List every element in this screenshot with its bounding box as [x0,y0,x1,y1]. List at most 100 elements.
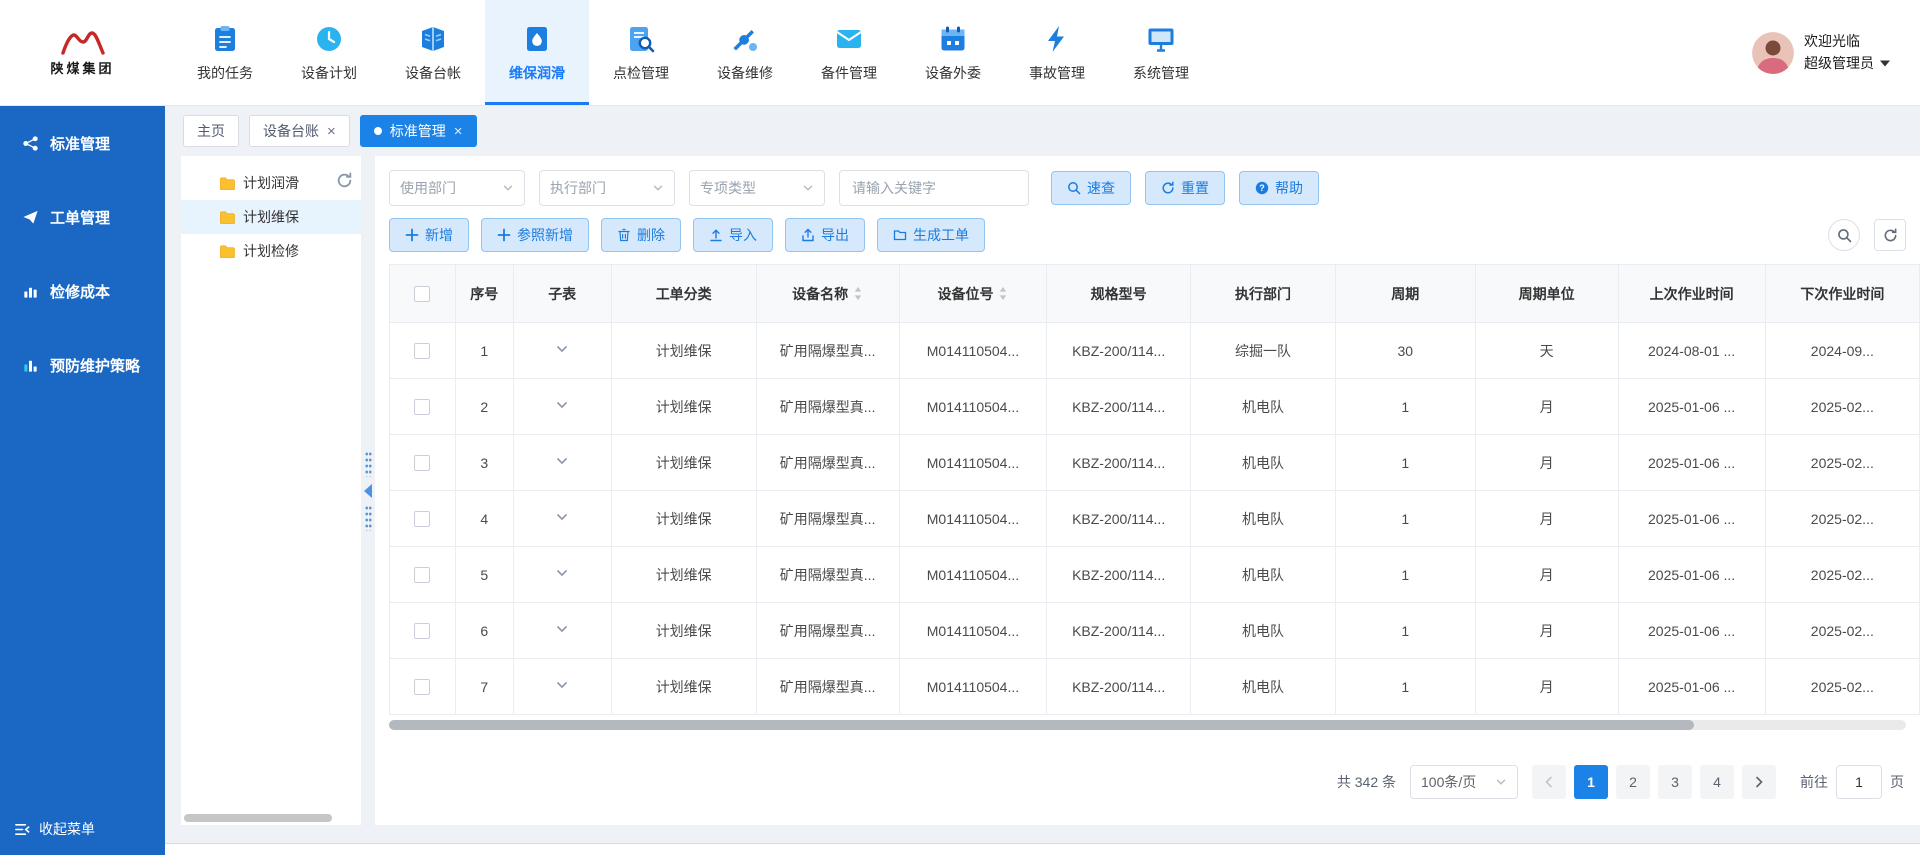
top-nav-item-9[interactable]: 事故管理 [1005,0,1109,105]
column-header-2[interactable]: 子表 [513,265,611,323]
tab-3[interactable]: 标准管理 × [360,115,477,147]
cell: 计划维保 [611,491,756,547]
tab-close-icon[interactable]: × [327,124,336,139]
nav-ledger-icon [418,24,448,54]
toolbar-button-4[interactable]: 导入 [693,218,773,252]
data-table: 序号 子表 工单分类设备名称设备位号规格型号执行部门周期周期单位 上次作业时间 下次作业… [389,264,1920,715]
top-nav-item-3[interactable]: 设备台帐 [381,0,485,105]
toolbar-button-6[interactable]: 生成工单 [877,218,985,252]
cell: 2025-02... [1765,491,1919,547]
column-label: 子表 [548,286,576,302]
table-refresh-button[interactable] [1874,219,1906,251]
goto-page-input[interactable] [1836,765,1882,799]
sidebar-item-3[interactable]: 检修成本 [0,254,165,328]
tree-horizontal-scrollbar[interactable] [184,814,332,822]
filter-select-3[interactable]: 专项类型 [689,170,825,206]
filter-button-2[interactable]: 重置 [1145,171,1225,205]
button-label: 新增 [425,225,453,245]
column-header-7[interactable]: 执行部门 [1191,265,1336,323]
tree-item-2[interactable]: 计划维保 [181,200,361,234]
user-menu[interactable]: 欢迎光临 超级管理员 [1752,0,1920,105]
column-header-11[interactable]: 下次作业时间 [1765,265,1919,323]
table-row-2[interactable]: 2计划维保矿用隔爆型真...M014110504...KBZ-200/114..… [390,379,1920,435]
page-button-3[interactable]: 3 [1658,765,1692,799]
select-all-checkbox[interactable] [414,286,430,302]
next-page-button[interactable] [1742,765,1776,799]
top-nav-item-8[interactable]: 设备外委 [901,0,1005,105]
top-nav-item-2[interactable]: 设备计划 [277,0,381,105]
panel-splitter[interactable] [361,156,375,825]
column-header-9[interactable]: 周期单位 [1475,265,1618,323]
scrollbar-thumb[interactable] [389,720,1694,730]
page-buttons: 1234 [1532,765,1776,799]
top-nav-item-5[interactable]: 点检管理 [589,0,693,105]
sidebar-item-1[interactable]: 标准管理 [0,106,165,180]
folder-icon [219,245,235,258]
keyword-input[interactable] [839,170,1029,206]
chevron-down-icon [555,454,569,468]
tab-label: 标准管理 [390,121,446,141]
row-checkbox[interactable] [414,399,430,415]
tree-refresh-icon[interactable] [336,172,353,189]
filter-select-1[interactable]: 使用部门 [389,170,525,206]
top-nav-item-7[interactable]: 备件管理 [797,0,901,105]
tab-close-icon[interactable]: × [454,124,463,139]
toolbar-button-1[interactable]: 新增 [389,218,469,252]
sidebar-item-2[interactable]: 工单管理 [0,180,165,254]
filter-button-3[interactable]: ?帮助 [1239,171,1319,205]
collapse-menu-button[interactable]: 收起菜单 [0,819,165,855]
row-checkbox[interactable] [414,343,430,359]
page-button-1[interactable]: 1 [1574,765,1608,799]
nav-inspect-icon [626,24,656,54]
cell: 2024-08-01 ... [1618,323,1765,379]
table-search-button[interactable] [1828,219,1860,251]
nav-spare-icon [834,24,864,54]
prev-page-button[interactable] [1532,765,1566,799]
tab-label: 设备台账 [263,121,319,141]
page-button-2[interactable]: 2 [1616,765,1650,799]
top-nav-item-1[interactable]: 我的任务 [173,0,277,105]
table-row-5[interactable]: 5计划维保矿用隔爆型真...M014110504...KBZ-200/114..… [390,547,1920,603]
toolbar-button-2[interactable]: 参照新增 [481,218,589,252]
column-header-5[interactable]: 设备位号 [899,265,1047,323]
row-checkbox[interactable] [414,567,430,583]
cell-subtable [513,491,611,547]
table-horizontal-scrollbar[interactable] [389,720,1906,730]
page-button-4[interactable]: 4 [1700,765,1734,799]
toolbar-button-3[interactable]: 删除 [601,218,681,252]
top-nav-item-6[interactable]: 设备维修 [693,0,797,105]
table-row-4[interactable]: 4计划维保矿用隔爆型真...M014110504...KBZ-200/114..… [390,491,1920,547]
cell: KBZ-200/114... [1047,491,1191,547]
bottom-status-strip [165,843,1920,855]
row-checkbox[interactable] [414,455,430,471]
filter-button-1[interactable]: 速查 [1051,171,1131,205]
tab-2[interactable]: 设备台账 × [249,115,350,147]
row-checkbox[interactable] [414,679,430,695]
column-header-8[interactable]: 周期 [1335,265,1475,323]
tree-item-3[interactable]: 计划检修 [181,234,361,268]
table-row-3[interactable]: 3计划维保矿用隔爆型真...M014110504...KBZ-200/114..… [390,435,1920,491]
sidebar-item-4[interactable]: 预防维护策略 [0,328,165,402]
chevron-down-icon [1495,776,1507,788]
toolbar-button-5[interactable]: 导出 [785,218,865,252]
top-nav-item-4[interactable]: 维保润滑 [485,0,589,105]
page-size-select[interactable]: 100条/页 [1410,765,1518,799]
table-row-7[interactable]: 7计划维保矿用隔爆型真...M014110504...KBZ-200/114..… [390,659,1920,715]
column-header-1[interactable]: 序号 [455,265,513,323]
cell: KBZ-200/114... [1047,323,1191,379]
column-label: 上次作业时间 [1650,286,1734,302]
column-header-10[interactable]: 上次作业时间 [1618,265,1765,323]
row-checkbox[interactable] [414,623,430,639]
collapse-panel-arrow-icon[interactable] [364,484,372,498]
row-checkbox[interactable] [414,511,430,527]
table-row-6[interactable]: 6计划维保矿用隔爆型真...M014110504...KBZ-200/114..… [390,603,1920,659]
column-header-6[interactable]: 规格型号 [1047,265,1191,323]
top-nav-item-10[interactable]: 系统管理 [1109,0,1213,105]
tab-1[interactable]: 主页 [183,115,239,147]
column-header-4[interactable]: 设备名称 [756,265,899,323]
cell: 2025-01-06 ... [1618,435,1765,491]
tree-item-1[interactable]: 计划润滑 [181,166,361,200]
column-header-3[interactable]: 工单分类 [611,265,756,323]
table-row-1[interactable]: 1计划维保矿用隔爆型真...M014110504...KBZ-200/114..… [390,323,1920,379]
filter-select-2[interactable]: 执行部门 [539,170,675,206]
